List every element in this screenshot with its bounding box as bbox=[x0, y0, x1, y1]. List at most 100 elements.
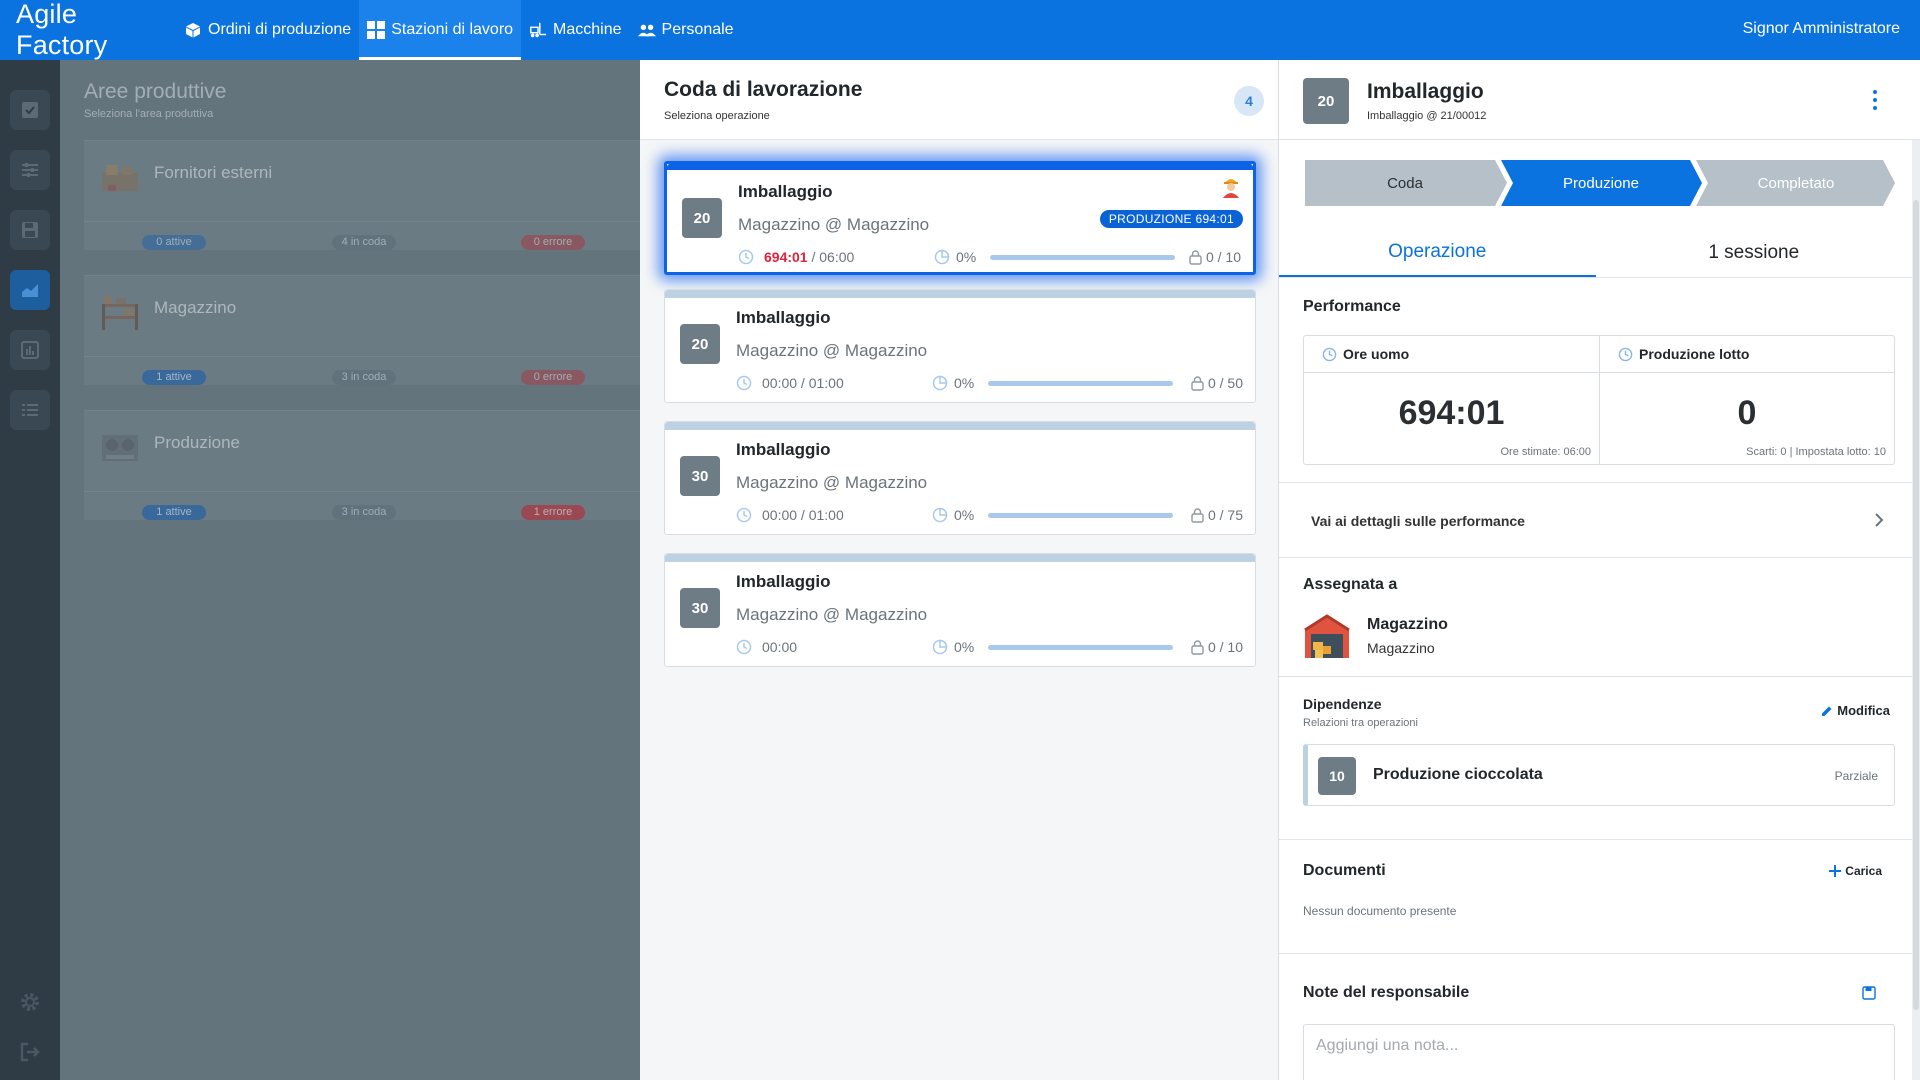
active-pill: 1 attive bbox=[142, 505, 206, 520]
app-title[interactable]: Agile Factory bbox=[0, 0, 176, 61]
work-queue-panel: Coda di lavorazione Seleziona operazione… bbox=[640, 60, 1279, 1080]
dependency-status: Parziale bbox=[1834, 769, 1878, 783]
card-quantity: 0 / 75 bbox=[1191, 507, 1243, 523]
save-icon[interactable] bbox=[1862, 986, 1876, 1000]
rail-list-button[interactable] bbox=[10, 390, 50, 430]
warehouse-building-icon bbox=[1304, 614, 1350, 658]
perf-hours-header: Ore uomo bbox=[1304, 336, 1599, 373]
rail-save-button[interactable] bbox=[10, 210, 50, 250]
card-quantity: 0 / 50 bbox=[1191, 375, 1243, 391]
plus-icon bbox=[1829, 865, 1842, 877]
quantity-value: 0 / 10 bbox=[1205, 249, 1241, 265]
areas-title: Aree produttive bbox=[84, 80, 227, 103]
rail-logout-button[interactable] bbox=[10, 1032, 50, 1072]
progress-percent: 0% bbox=[954, 639, 975, 655]
progress-percent: 0% bbox=[954, 507, 975, 523]
card-time: 00:00 / 01:00 bbox=[736, 375, 936, 391]
note-input[interactable] bbox=[1303, 1024, 1895, 1080]
card-meta: 00:00 / 01:00 0% 0 / 75 bbox=[736, 506, 1243, 524]
dependency-number-badge: 10 bbox=[1318, 757, 1356, 795]
documents-label: Documenti bbox=[1303, 862, 1386, 879]
rail-production-button[interactable] bbox=[10, 270, 50, 310]
time-planned: 00:00 / 01:00 bbox=[762, 375, 844, 391]
card-time: 00:00 bbox=[736, 639, 936, 655]
clock-icon bbox=[738, 249, 754, 265]
performance-link-text: Vai ai dettagli sulle performance bbox=[1311, 513, 1525, 529]
detail-header: 20 Imballaggio Imballaggio @ 21/00012 bbox=[1279, 60, 1920, 140]
step-produzione[interactable]: Produzione bbox=[1501, 160, 1701, 206]
dependency-item[interactable]: 10 Produzione cioccolata Parziale bbox=[1303, 744, 1895, 806]
rail-tasks-button[interactable] bbox=[10, 90, 50, 130]
nav-macchine[interactable]: Macchine bbox=[521, 0, 629, 60]
card-status-strip bbox=[665, 554, 1255, 562]
operation-title: Imballaggio bbox=[738, 182, 833, 201]
rail-reports-button[interactable] bbox=[10, 330, 50, 370]
rail-settings-button[interactable] bbox=[10, 150, 50, 190]
operation-detail-panel: 20 Imballaggio Imballaggio @ 21/00012 Co… bbox=[1279, 60, 1920, 1080]
card-meta: 00:00 0% 0 / 10 bbox=[736, 638, 1243, 656]
queue-card[interactable]: 30 Imballaggio Magazzino @ Magazzino 00:… bbox=[664, 553, 1256, 667]
nav-label: Stazioni di lavoro bbox=[391, 21, 514, 38]
queue-subtitle: Seleziona operazione bbox=[664, 110, 770, 122]
card-progress-pct: 0% bbox=[932, 639, 982, 655]
progress-bar bbox=[988, 644, 1173, 650]
edit-dependencies-button[interactable]: Modifica bbox=[1821, 703, 1890, 718]
quantity-value: 0 / 50 bbox=[1207, 375, 1243, 391]
upload-label: Carica bbox=[1845, 864, 1882, 878]
nav-ordini-di-produzione[interactable]: Ordini di produzione bbox=[176, 0, 359, 60]
area-card-produzione[interactable]: Produzione 1 attive 3 in coda 1 errore bbox=[84, 410, 644, 520]
nav-personale[interactable]: Personale bbox=[630, 0, 742, 60]
nav-stazioni-di-lavoro[interactable]: Stazioni di lavoro bbox=[359, 0, 522, 60]
area-card-magazzino[interactable]: Magazzino 1 attive 3 in coda 0 errore bbox=[84, 275, 644, 385]
tab-sessioni[interactable]: 1 sessione bbox=[1596, 228, 1913, 277]
status-stepper: Coda Produzione Completato bbox=[1305, 160, 1895, 206]
chevron-right-icon bbox=[1875, 513, 1884, 527]
progress-percent: 0% bbox=[956, 249, 977, 265]
card-meta: 00:00 / 01:00 0% 0 / 50 bbox=[736, 374, 1243, 392]
queue-card[interactable]: 30 Imballaggio Magazzino @ Magazzino 00:… bbox=[664, 421, 1256, 535]
detail-subtitle: Imballaggio @ 21/00012 bbox=[1367, 110, 1487, 122]
gear-icon bbox=[21, 993, 39, 1011]
step-coda[interactable]: Coda bbox=[1305, 160, 1505, 206]
operation-number-badge: 30 bbox=[680, 456, 720, 496]
time-actual: 694:01 bbox=[764, 249, 808, 265]
rail-config-button[interactable] bbox=[10, 982, 50, 1022]
divider bbox=[1279, 839, 1912, 840]
performance-box: Ore uomo 694:01 Ore stimate: 06:00 Produ… bbox=[1303, 335, 1895, 465]
progress-bar bbox=[990, 254, 1175, 260]
queue-pill: 4 in coda bbox=[332, 235, 396, 250]
perf-hours-label: Ore uomo bbox=[1343, 346, 1410, 362]
performance-details-link[interactable]: Vai ai dettagli sulle performance bbox=[1279, 482, 1912, 558]
queue-pill: 3 in coda bbox=[332, 370, 396, 385]
upload-document-button[interactable]: Carica bbox=[1829, 864, 1882, 878]
production-areas-panel: Aree produttive Seleziona l'area produtt… bbox=[60, 60, 644, 1080]
quantity-value: 0 / 75 bbox=[1207, 507, 1243, 523]
area-card-fornitori[interactable]: Fornitori esterni 0 attive 4 in coda 0 e… bbox=[84, 140, 644, 250]
nav-label: Macchine bbox=[553, 21, 622, 38]
divider bbox=[1279, 953, 1912, 954]
queue-card[interactable]: 20 Imballaggio Magazzino @ Magazzino PRO… bbox=[664, 161, 1256, 275]
time-planned: / 06:00 bbox=[807, 249, 855, 265]
operation-title: Imballaggio bbox=[736, 308, 831, 327]
assigned-label: Assegnata a bbox=[1303, 576, 1398, 593]
active-pill: 1 attive bbox=[142, 370, 206, 385]
detail-tabs: Operazione 1 sessione bbox=[1279, 228, 1912, 278]
lock-icon bbox=[1191, 507, 1204, 523]
more-options-icon[interactable] bbox=[1872, 90, 1878, 110]
queue-title: Coda di lavorazione bbox=[664, 78, 863, 101]
card-meta: 694:01 / 06:00 0% 0 / 10 bbox=[738, 248, 1241, 266]
save-icon bbox=[22, 222, 38, 238]
step-completato[interactable]: Completato bbox=[1697, 160, 1895, 206]
queue-card[interactable]: 20 Imballaggio Magazzino @ Magazzino 00:… bbox=[664, 289, 1256, 403]
scrollbar-thumb[interactable] bbox=[1913, 200, 1919, 1010]
user-menu[interactable]: Signor Amministratore bbox=[1743, 20, 1900, 38]
operation-station: Magazzino @ Magazzino bbox=[738, 215, 930, 234]
checklist-icon bbox=[22, 102, 38, 118]
perf-lot-note: Scarti: 0 | Impostata lotto: 10 bbox=[1746, 446, 1886, 458]
tab-operazione[interactable]: Operazione bbox=[1279, 228, 1596, 277]
lock-icon bbox=[1191, 375, 1204, 391]
operation-station: Magazzino @ Magazzino bbox=[736, 341, 928, 360]
progress-bar bbox=[988, 512, 1173, 518]
detail-scrollbar[interactable] bbox=[1912, 140, 1920, 1080]
card-quantity: 0 / 10 bbox=[1191, 639, 1243, 655]
